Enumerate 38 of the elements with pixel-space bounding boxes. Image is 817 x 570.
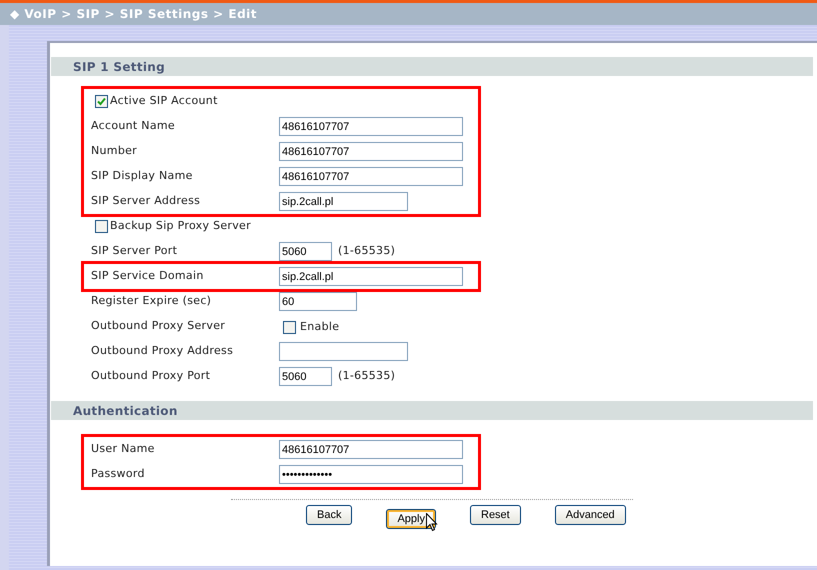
range-hint: (1-65535) [338,368,396,384]
form-button[interactable]: Reset [470,505,521,525]
field-label: User Name [91,441,156,458]
input-field[interactable]: 48616107707 [279,142,463,161]
input-field[interactable]: 48616107707 [279,440,463,459]
input-field[interactable]: 48616107707 [279,167,463,186]
input-field[interactable] [279,342,408,361]
field-label: SIP Display Name [91,168,194,184]
field-label: Number [91,143,138,160]
mouse-pointer-icon [426,513,438,532]
checkbox[interactable] [95,95,108,108]
range-hint: (1-65535) [338,243,396,260]
section-title: Authentication [73,402,178,420]
checkbox-label: Active SIP Account [110,93,218,110]
field-label: Account Name [91,118,176,134]
field-label: Register Expire (sec) [91,293,212,310]
checkbox[interactable] [283,321,296,334]
checkbox-label: Enable [300,319,340,336]
form-button[interactable]: Back [306,505,352,525]
field-label: SIP Service Domain [91,268,205,284]
section-title: SIP 1 Setting [73,58,166,76]
field-label: Outbound Proxy Port [91,368,212,384]
input-field[interactable]: sip.2call.pl [279,267,463,286]
field-label: Outbound Proxy Address [91,343,234,360]
field-label: Password [91,466,146,482]
input-field[interactable]: 48616107707 [279,117,463,136]
form-button[interactable]: Advanced [554,505,626,525]
checkbox-label: Backup Sip Proxy Server [110,218,251,234]
field-label: SIP Server Port [91,243,178,260]
input-field[interactable]: 60 [279,292,357,311]
field-label: Outbound Proxy Server [91,318,226,334]
input-field[interactable]: 5060 [279,367,332,386]
checkbox[interactable] [95,220,108,233]
breadcrumb: ◆ VoIP > SIP > SIP Settings > Edit [10,6,258,23]
input-field[interactable]: sip.2call.pl [279,192,408,211]
input-field[interactable]: 5060 [279,242,332,261]
input-field[interactable]: ••••••••••••• [279,465,463,484]
field-label: SIP Server Address [91,193,202,210]
